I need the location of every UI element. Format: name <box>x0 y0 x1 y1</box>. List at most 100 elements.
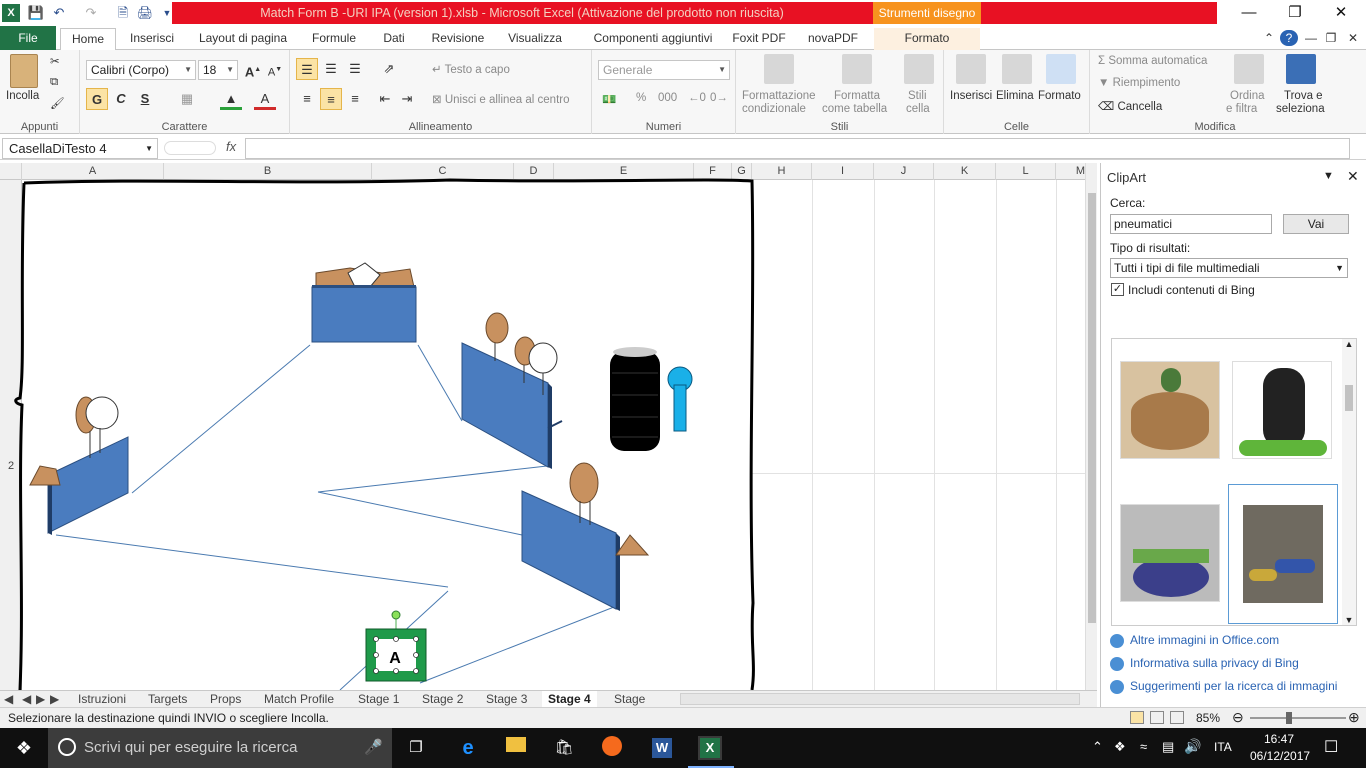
tab-visualizza[interactable]: Visualizza <box>500 28 570 50</box>
save-icon[interactable]: 💾 <box>27 4 45 22</box>
taskbar-search-box[interactable]: Scrivi qui per eseguire la ricerca 🎤 <box>48 728 392 768</box>
cut-icon[interactable]: ✂ <box>50 54 60 68</box>
language-indicator[interactable]: ITA <box>1214 740 1232 754</box>
result-tire-stools[interactable] <box>1228 484 1338 624</box>
align-bottom-icon[interactable]: ☰ <box>344 58 366 80</box>
align-right-icon[interactable]: ≡ <box>344 88 366 110</box>
autosum-button[interactable]: Σ Somma automatica <box>1098 55 1207 67</box>
sheet-tab-stage-4[interactable]: Stage 4 <box>542 691 597 707</box>
column-header-l[interactable]: L <box>996 163 1056 180</box>
minimize-ribbon-icon[interactable]: ⌃ <box>1262 28 1276 50</box>
italic-button[interactable]: C <box>110 88 132 110</box>
align-top-icon[interactable]: ☰ <box>296 58 318 80</box>
link-bing-privacy[interactable]: Informativa sulla privacy di Bing <box>1110 656 1299 671</box>
first-sheet-icon[interactable]: ◀ <box>4 691 13 707</box>
shrink-font-icon[interactable]: A▼ <box>264 59 286 81</box>
format-cells-icon[interactable] <box>1046 54 1076 84</box>
font-name-combo[interactable]: Calibri (Corpo) ▼ <box>86 60 196 80</box>
stage-drawing[interactable]: A <box>0 163 760 690</box>
formula-bar-handle[interactable] <box>164 141 216 155</box>
formula-input[interactable] <box>245 138 1350 159</box>
worksheet[interactable]: A B C D E F G H I J K L M 2 A <box>0 163 1097 690</box>
decrease-decimal-icon[interactable]: 0→ <box>710 92 728 104</box>
sheet-tab-match-profile[interactable]: Match Profile <box>258 691 340 707</box>
results-scroll-thumb[interactable] <box>1345 385 1353 411</box>
network-icon[interactable]: ▤ <box>1162 739 1174 755</box>
link-search-tips[interactable]: Suggerimenti per la ricerca di immagini <box>1110 679 1337 694</box>
last-sheet-icon[interactable]: ▶ <box>50 691 59 707</box>
excel-taskbar-icon[interactable]: X <box>698 736 722 760</box>
merge-center-button[interactable]: ⊠ Unisci e allinea al centro <box>432 92 570 106</box>
action-center-icon[interactable]: ☐ <box>1324 737 1338 757</box>
horizontal-scrollbar[interactable] <box>680 693 1080 705</box>
scroll-thumb[interactable] <box>1088 193 1096 623</box>
format-as-table-label-1[interactable]: Formatta <box>834 90 880 102</box>
go-button[interactable]: Vai <box>1283 214 1349 234</box>
tab-dati[interactable]: Dati <box>372 28 416 50</box>
tab-home[interactable]: Home <box>60 28 116 51</box>
align-middle-icon[interactable]: ☰ <box>320 58 342 80</box>
sheet-tab-stage[interactable]: Stage <box>608 691 651 707</box>
fx-button[interactable]: fx <box>226 139 236 154</box>
conditional-format-icon[interactable] <box>764 54 794 84</box>
minimize-button[interactable]: — <box>1226 0 1272 26</box>
workbook-close-icon[interactable]: ✕ <box>1346 28 1360 50</box>
sort-filter-icon[interactable] <box>1234 54 1264 84</box>
increase-indent-icon[interactable]: ⇥ <box>396 88 418 110</box>
edge-icon[interactable]: e <box>456 736 480 760</box>
copy-icon[interactable]: ⧉ <box>50 76 58 89</box>
tab-componenti[interactable]: Componenti aggiuntivi <box>580 28 726 50</box>
column-header-j[interactable]: J <box>874 163 934 180</box>
cell-styles-icon[interactable] <box>904 54 934 84</box>
insert-cells-icon[interactable] <box>956 54 986 84</box>
conditional-format-label-1[interactable]: Formattazione <box>742 90 816 102</box>
barricade-top[interactable] <box>311 262 417 343</box>
currency-icon[interactable]: 💵 <box>602 92 616 106</box>
tab-formato[interactable]: Formato <box>874 28 980 50</box>
format-cells-button[interactable]: Formato <box>1038 90 1081 102</box>
vertical-scrollbar[interactable] <box>1085 163 1097 690</box>
zoom-out-icon[interactable]: ⊖ <box>1232 709 1244 726</box>
paste-icon[interactable] <box>10 54 38 88</box>
delete-cells-icon[interactable] <box>1002 54 1032 84</box>
clear-button[interactable]: ⌫ Cancella <box>1098 99 1162 113</box>
conditional-format-label-2[interactable]: condizionale <box>742 103 806 115</box>
font-size-combo[interactable]: 18 ▼ <box>198 60 238 80</box>
pane-options-icon[interactable]: ▼ <box>1323 170 1334 182</box>
zoom-slider-thumb[interactable] <box>1286 712 1292 724</box>
result-type-select[interactable]: Tutti i tipi di file multimediali ▼ <box>1110 258 1348 278</box>
sheet-tab-stage-2[interactable]: Stage 2 <box>416 691 469 707</box>
wifi-icon[interactable]: ≈ <box>1140 739 1147 754</box>
help-icon[interactable]: ? <box>1280 30 1298 46</box>
tab-foxit[interactable]: Foxit PDF <box>728 28 790 50</box>
excel-app-icon[interactable]: X <box>2 4 20 22</box>
prev-sheet-icon[interactable]: ◀ <box>22 691 31 707</box>
search-input[interactable]: pneumatici <box>1110 214 1272 234</box>
number-format-combo[interactable]: Generale ▼ <box>598 60 730 80</box>
store-icon[interactable]: 🛍 <box>552 736 576 760</box>
percent-button[interactable]: % <box>636 92 646 104</box>
tab-file[interactable]: File <box>0 26 56 50</box>
underline-button[interactable]: S <box>134 88 156 110</box>
clock-time[interactable]: 16:47 <box>1264 732 1294 746</box>
clock-date[interactable]: 06/12/2017 <box>1250 749 1310 763</box>
restore-button[interactable]: ❐ <box>1272 0 1318 26</box>
show-hidden-icons-icon[interactable]: ⌃ <box>1092 739 1103 755</box>
wrap-text-button[interactable]: ↵ Testo a capo <box>432 62 510 76</box>
column-header-k[interactable]: K <box>934 163 996 180</box>
sheet-tab-stage-3[interactable]: Stage 3 <box>480 691 533 707</box>
dropbox-icon[interactable]: ❖ <box>1114 739 1126 755</box>
tire-stack[interactable] <box>610 347 660 451</box>
fill-button[interactable]: ▼ Riempimento <box>1098 77 1180 89</box>
delete-cells-button[interactable]: Elimina <box>996 90 1034 102</box>
increase-decimal-icon[interactable]: ←0 <box>688 92 706 104</box>
redo-icon[interactable]: ↷ <box>82 4 100 22</box>
find-select-icon[interactable] <box>1286 54 1316 84</box>
grow-font-icon[interactable]: A▲ <box>242 59 264 81</box>
close-button[interactable]: ✕ <box>1318 0 1364 26</box>
file-explorer-icon[interactable] <box>504 736 528 760</box>
cell-styles-label-1[interactable]: Stili <box>908 90 927 102</box>
scroll-down-icon[interactable]: ▼ <box>1342 615 1356 625</box>
page-break-view-icon[interactable] <box>1170 711 1184 724</box>
font-color-icon[interactable]: A <box>254 88 276 110</box>
